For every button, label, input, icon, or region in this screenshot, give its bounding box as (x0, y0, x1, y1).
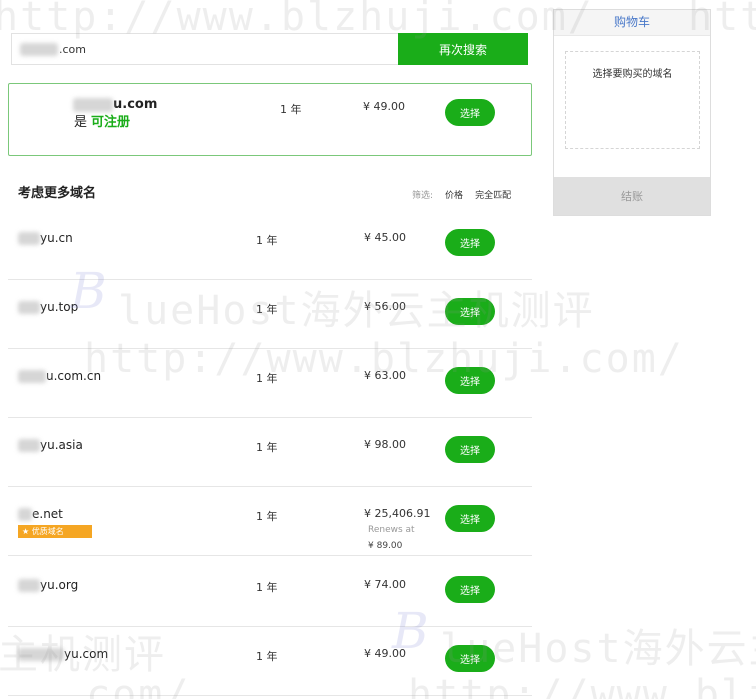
domain-row: yu.top 1 年 ¥ 56.00 选择 (8, 280, 532, 349)
search-again-button[interactable]: 再次搜索 (398, 33, 528, 65)
redacted-name (20, 42, 58, 56)
filter-label: 筛选: (412, 191, 434, 201)
redacted-name (18, 507, 32, 521)
domain-suffix: yu.asia (40, 438, 83, 452)
domain-years: 1 年 (256, 372, 278, 385)
domain-suffix: yu.org (40, 578, 79, 592)
select-button[interactable]: 选择 (445, 436, 495, 463)
domain-years: 1 年 (256, 234, 278, 247)
primary-domain: u.com (73, 97, 157, 112)
star-icon: ★ (22, 527, 30, 536)
domain-price: ¥ 25,406.91 (364, 507, 431, 520)
search-input[interactable]: .com (12, 34, 398, 64)
search-bar: .com 再次搜索 (11, 33, 528, 65)
checkout-button[interactable]: 结账 (554, 177, 710, 215)
domain-price: ¥ 98.00 (364, 438, 406, 451)
premium-badge: ★ 优质域名 (18, 525, 92, 538)
shopping-cart: 购物车 选择要购买的域名 结账 (553, 9, 711, 216)
domain-suffix: yu.top (40, 300, 79, 314)
domain-row: yu.org 1 年 ¥ 74.00 选择 (8, 558, 532, 627)
select-button[interactable]: 选择 (445, 645, 495, 672)
search-input-value: .com (59, 42, 86, 56)
select-button[interactable]: 选择 (445, 576, 495, 603)
redacted-name (18, 438, 40, 452)
domain-name: u.com.cn (18, 369, 101, 383)
domain-name: e.net (18, 507, 63, 521)
domain-name: yu.cn (18, 231, 73, 245)
domain-price: ¥ 56.00 (364, 300, 406, 313)
cart-title: 购物车 (554, 10, 710, 36)
status-available: 可注册 (91, 115, 131, 130)
select-button[interactable]: 选择 (445, 505, 495, 532)
select-button[interactable]: 选择 (445, 229, 495, 256)
premium-badge-label: 优质域名 (31, 527, 64, 536)
redacted-name (18, 578, 40, 592)
select-button[interactable]: 选择 (445, 367, 495, 394)
cart-empty-message: 选择要购买的域名 (565, 51, 700, 149)
redacted-name (18, 300, 40, 314)
domain-row: yu.cn 1 年 ¥ 45.00 选择 (8, 211, 532, 280)
domain-years: 1 年 (256, 441, 278, 454)
select-button[interactable]: 选择 (445, 298, 495, 325)
domain-price: ¥ 63.00 (364, 369, 406, 382)
primary-years: 1 年 (280, 103, 302, 116)
domain-suffix: e.net (32, 507, 63, 521)
renews-price: ¥ 89.00 (368, 541, 403, 551)
redacted-name (73, 97, 113, 112)
status-prefix: 是 (74, 115, 88, 130)
domain-row: e.net ★ 优质域名 1 年 ¥ 25,406.91 Renews at ¥… (8, 487, 532, 556)
availability-status: 是可注册 (74, 111, 130, 130)
domain-price: ¥ 49.00 (364, 647, 406, 660)
domain-years: 1 年 (256, 650, 278, 663)
primary-result: u.com 是可注册 1 年 ¥ 49.00 选择 (8, 83, 532, 156)
domain-suffix: yu.com (64, 647, 109, 661)
renews-label: Renews at (368, 525, 415, 535)
domain-row: yu.asia 1 年 ¥ 98.00 选择 (8, 418, 532, 487)
domain-name: yu.com (18, 647, 108, 661)
primary-domain-suffix: u.com (113, 97, 158, 112)
domain-name: yu.asia (18, 438, 83, 452)
domain-price: ¥ 45.00 (364, 231, 406, 244)
domain-years: 1 年 (256, 510, 278, 523)
filter-exact-match[interactable]: 完全匹配 (475, 188, 511, 201)
redacted-name (18, 369, 46, 383)
filter-bar: 筛选: 价格 完全匹配 (412, 188, 511, 201)
more-domains-title: 考虑更多域名 (18, 186, 97, 201)
redacted-name (18, 647, 64, 661)
domain-suffix: yu.cn (40, 231, 73, 245)
domain-suffix: u.com.cn (46, 369, 102, 383)
domain-row: u.com.cn 1 年 ¥ 63.00 选择 (8, 349, 532, 418)
domain-name: yu.org (18, 578, 78, 592)
domain-years: 1 年 (256, 303, 278, 316)
filter-price[interactable]: 价格 (445, 188, 463, 201)
domain-name: yu.top (18, 300, 78, 314)
redacted-name (18, 231, 40, 245)
primary-select-button[interactable]: 选择 (445, 99, 495, 126)
domain-row: yu.com 1 年 ¥ 49.00 选择 (8, 627, 532, 696)
domain-years: 1 年 (256, 581, 278, 594)
domain-price: ¥ 74.00 (364, 578, 406, 591)
primary-price: ¥ 49.00 (363, 100, 405, 113)
